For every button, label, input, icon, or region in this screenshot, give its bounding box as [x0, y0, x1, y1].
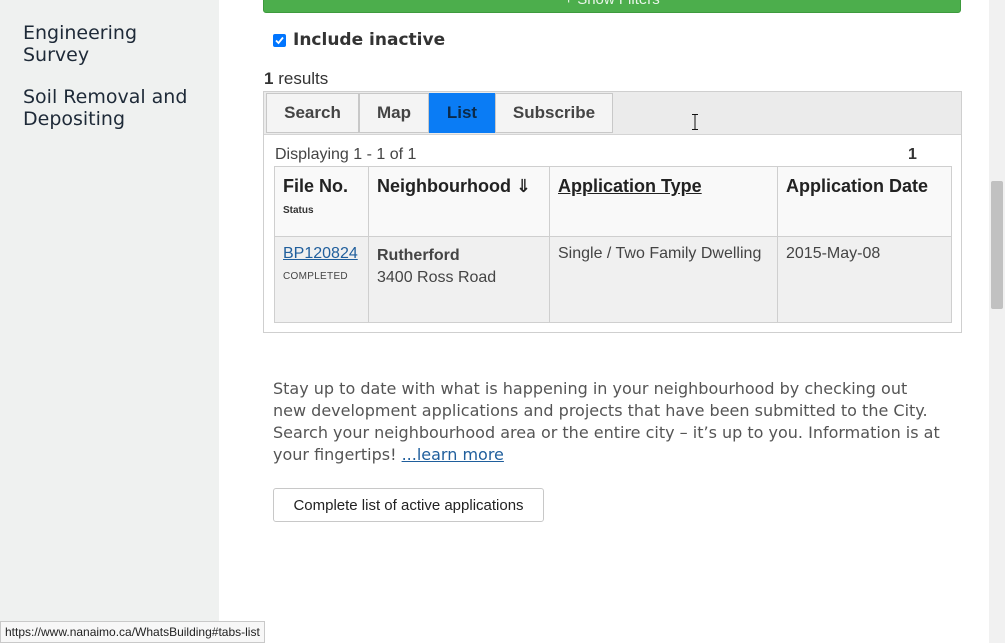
- tab-bar: Search Map List Subscribe: [264, 92, 961, 135]
- column-status-label: Status: [283, 205, 314, 216]
- main-content: + Show Filters Include inactive 1 result…: [219, 0, 989, 643]
- column-application-date[interactable]: Application Date: [777, 166, 952, 237]
- column-label: File No.: [283, 176, 349, 196]
- sidebar-item-soil-removal[interactable]: Soil Removal and Depositing: [23, 86, 213, 130]
- learn-more-link[interactable]: ...learn more: [402, 445, 504, 464]
- complete-list-button[interactable]: Complete list of active applications: [273, 488, 544, 522]
- cell-neighbourhood: Rutherford 3400 Ross Road: [368, 236, 550, 323]
- checkmark-icon: [275, 36, 284, 44]
- tab-search[interactable]: Search: [266, 93, 359, 133]
- include-inactive-label: Include inactive: [293, 30, 446, 50]
- column-application-type[interactable]: Application Type: [549, 166, 778, 237]
- tab-subscribe[interactable]: Subscribe: [495, 93, 613, 133]
- address-text: 3400 Ross Road: [377, 269, 497, 286]
- cell-file-no: BP120824 COMPLETED: [274, 236, 369, 323]
- displaying-text: Displaying 1 - 1 of 1: [275, 146, 417, 163]
- table-header-row: File No. Status Neighbourhood ⇓ Applicat…: [274, 166, 952, 237]
- page-scrollbar[interactable]: [989, 0, 1005, 643]
- results-number: 1: [264, 69, 274, 88]
- neighbourhood-name: Rutherford: [377, 247, 460, 264]
- sidebar-item-label: Engineering: [23, 22, 137, 44]
- info-paragraph: Stay up to date with what is happening i…: [273, 378, 943, 466]
- table-row: BP120824 COMPLETED Rutherford 3400 Ross …: [274, 236, 952, 323]
- results-count: 1 results: [264, 69, 328, 89]
- tab-label: Map: [377, 103, 411, 122]
- results-label: results: [278, 69, 329, 88]
- column-label: Neighbourhood ⇓: [377, 176, 532, 196]
- tab-label: List: [446, 103, 478, 122]
- complete-list-label: Complete list of active applications: [293, 496, 524, 514]
- scrollbar-thumb[interactable]: [991, 181, 1003, 309]
- sidebar-item-label: Soil Removal and: [23, 86, 188, 108]
- text-cursor-icon: [692, 114, 698, 130]
- show-filters-button[interactable]: + Show Filters: [263, 0, 961, 13]
- include-inactive-checkbox[interactable]: [273, 33, 286, 47]
- file-number-link[interactable]: BP120824: [283, 245, 358, 262]
- column-neighbourhood[interactable]: Neighbourhood ⇓: [368, 166, 550, 237]
- cell-application-date: 2015-May-08: [777, 236, 952, 323]
- tab-map[interactable]: Map: [359, 93, 429, 133]
- cell-application-type: Single / Two Family Dwelling: [549, 236, 778, 323]
- tab-label: Subscribe: [512, 103, 596, 122]
- sidebar-item-label: Depositing: [23, 108, 126, 130]
- sidebar-item-engineering-survey[interactable]: Engineering Survey: [23, 22, 213, 66]
- include-inactive-row[interactable]: Include inactive: [273, 30, 445, 50]
- info-text: Stay up to date with what is happening i…: [273, 379, 940, 464]
- column-label: Application Type: [558, 176, 702, 196]
- status-bar-url: https://www.nanaimo.ca/WhatsBuilding#tab…: [0, 621, 265, 643]
- sidebar-item-label: Survey: [23, 44, 90, 66]
- sidebar: Engineering Survey Soil Removal and Depo…: [0, 0, 219, 643]
- tab-label: Search: [284, 103, 341, 122]
- status-text: COMPLETED: [283, 271, 348, 282]
- results-panel: Search Map List Subscribe Displaying 1 -…: [263, 91, 962, 333]
- column-file-no[interactable]: File No. Status: [274, 166, 369, 237]
- column-label: Application Date: [786, 176, 929, 196]
- results-table: File No. Status Neighbourhood ⇓ Applicat…: [274, 166, 952, 323]
- tab-list[interactable]: List: [429, 93, 495, 133]
- show-filters-label: + Show Filters: [564, 0, 659, 8]
- pagination-page[interactable]: 1: [908, 146, 917, 164]
